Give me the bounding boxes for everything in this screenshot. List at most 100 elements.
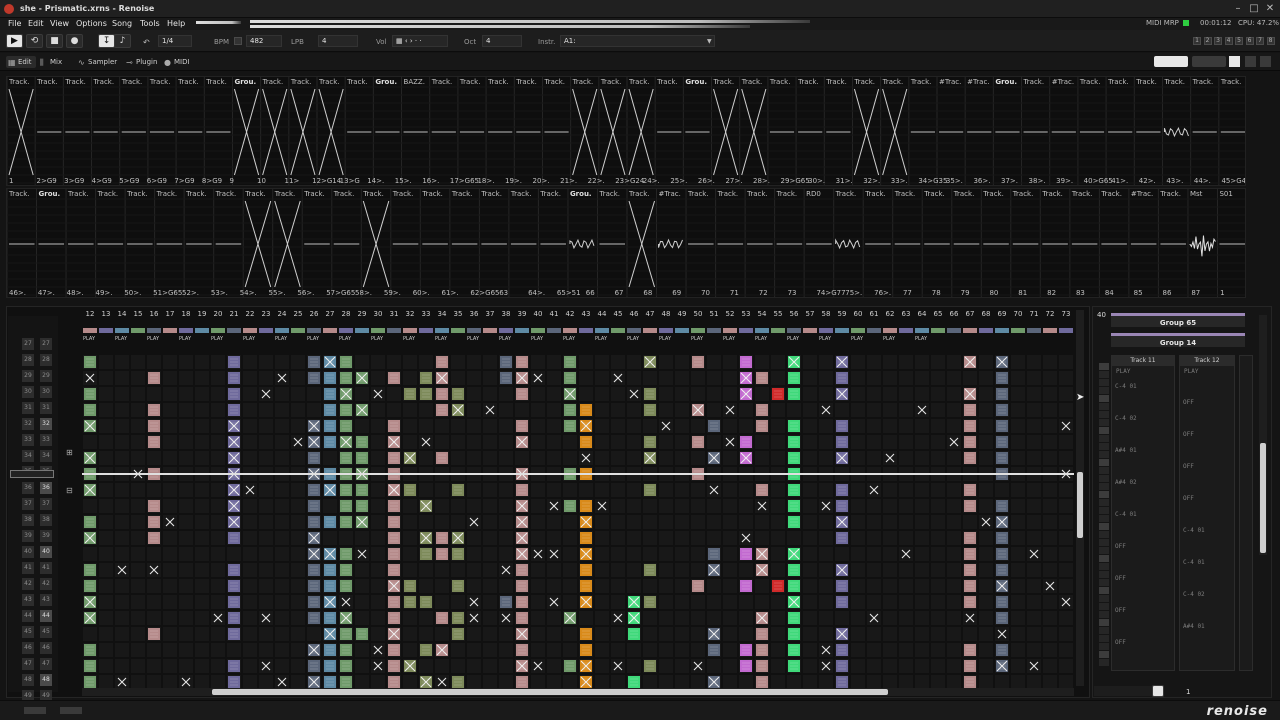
scope-track-header[interactable]: Track. — [9, 190, 30, 198]
column-play-strip[interactable] — [755, 328, 769, 333]
scope-track-header[interactable]: Track. — [718, 190, 739, 198]
column-number[interactable]: 49 — [675, 310, 689, 318]
column-number[interactable]: 42 — [563, 310, 577, 318]
column-number[interactable]: 44 — [595, 310, 609, 318]
layout-button-2[interactable] — [1245, 56, 1256, 67]
column-play-strip[interactable] — [83, 328, 97, 333]
scope-track-header[interactable]: Track. — [393, 190, 414, 198]
record-button[interactable]: ● — [66, 34, 83, 48]
bpm-field[interactable]: 482 — [246, 35, 282, 47]
scope-track-header[interactable]: #Trac. — [659, 190, 681, 198]
column-play-strip[interactable] — [931, 328, 945, 333]
column-play-strip[interactable] — [259, 328, 273, 333]
column-play-strip[interactable] — [419, 328, 433, 333]
scope-track-header[interactable]: Track. — [157, 190, 178, 198]
scope-track-header[interactable]: Grou. — [39, 190, 61, 198]
column-number[interactable]: 28 — [339, 310, 353, 318]
column-play-strip[interactable] — [979, 328, 993, 333]
scope-track-header[interactable]: Track. — [1108, 78, 1129, 86]
row-number[interactable]: 45 — [22, 626, 34, 638]
column-play-strip[interactable] — [307, 328, 321, 333]
scope-track-header[interactable]: Track. — [304, 190, 325, 198]
bpm-toggle[interactable] — [234, 37, 242, 45]
add-row-icon[interactable]: ⊞ — [66, 448, 73, 457]
layout-button-3[interactable] — [1260, 56, 1271, 67]
row-number[interactable]: 33 — [40, 434, 52, 446]
scope-track-header[interactable]: Track. — [1160, 190, 1181, 198]
column-play-strip[interactable] — [707, 328, 721, 333]
column-play-strip[interactable] — [659, 328, 673, 333]
menu-help[interactable]: Help — [167, 19, 185, 28]
pattern-note[interactable]: C-4 01 — [1183, 559, 1205, 566]
scope-track-header[interactable]: Track. — [1164, 78, 1185, 86]
column-number[interactable]: 31 — [387, 310, 401, 318]
column-number[interactable]: 17 — [163, 310, 177, 318]
tab-midi[interactable]: ● MIDI — [162, 56, 194, 68]
minimize-button[interactable]: – — [1232, 3, 1244, 15]
scope-track-header[interactable]: Track. — [629, 78, 650, 86]
column-number[interactable]: 53 — [739, 310, 753, 318]
scope-track-header[interactable]: Track. — [275, 190, 296, 198]
column-play-strip[interactable] — [915, 328, 929, 333]
column-play-strip[interactable] — [803, 328, 817, 333]
column-number[interactable]: 30 — [371, 310, 385, 318]
column-play-strip[interactable] — [499, 328, 513, 333]
column-play-strip[interactable] — [1059, 328, 1073, 333]
column-number[interactable]: 45 — [611, 310, 625, 318]
horizontal-scroll-thumb[interactable] — [212, 689, 888, 695]
instrument-select[interactable]: A1: — [560, 35, 715, 47]
column-play-strip[interactable] — [115, 328, 129, 333]
tab-edit[interactable]: ▦ Edit — [6, 56, 36, 68]
column-number[interactable]: 16 — [147, 310, 161, 318]
scope-track-header[interactable]: Track. — [983, 190, 1004, 198]
menu-options[interactable]: Options — [76, 19, 107, 28]
scope-track-header[interactable]: Track. — [334, 190, 355, 198]
row-number[interactable]: 28 — [22, 354, 34, 366]
column-play-strip[interactable] — [227, 328, 241, 333]
column-number[interactable]: 65 — [931, 310, 945, 318]
scope-track-header[interactable]: #Trac. — [1052, 78, 1074, 86]
scope-track-header[interactable]: Track. — [599, 190, 620, 198]
column-play-strip[interactable] — [851, 328, 865, 333]
column-play-strip[interactable] — [963, 328, 977, 333]
column-play-strip[interactable] — [883, 328, 897, 333]
editor-scroll-thumb[interactable] — [1260, 443, 1266, 553]
group-header-14[interactable]: Group 14 — [1111, 333, 1245, 347]
close-button[interactable]: ✕ — [1264, 3, 1276, 15]
column-number[interactable]: 66 — [947, 310, 961, 318]
scope-track-header[interactable]: #Trac. — [967, 78, 989, 86]
lpb-field[interactable]: 4 — [318, 35, 358, 47]
pattern-note[interactable]: OFF — [1183, 399, 1194, 406]
scope-track-header[interactable]: Grou. — [375, 78, 397, 86]
layout-button-1[interactable] — [1229, 56, 1240, 67]
row-number[interactable]: 41 — [40, 562, 52, 574]
scope-track-header[interactable]: Track. — [747, 190, 768, 198]
row-number[interactable]: 40 — [40, 546, 52, 558]
column-play-strip[interactable] — [531, 328, 545, 333]
row-number[interactable]: 44 — [22, 610, 34, 622]
row-number[interactable]: 36 — [22, 482, 34, 494]
undo-icon[interactable]: ↶ — [143, 38, 150, 47]
column-number[interactable]: 14 — [115, 310, 129, 318]
column-number[interactable]: 71 — [1027, 310, 1041, 318]
row-number[interactable]: 31 — [22, 402, 34, 414]
column-play-strip[interactable] — [819, 328, 833, 333]
column-play-strip[interactable] — [211, 328, 225, 333]
octave-field[interactable]: 4 — [482, 35, 522, 47]
column-number[interactable]: 72 — [1043, 310, 1057, 318]
group-header-65[interactable]: Group 65 — [1111, 313, 1245, 327]
scope-track-header[interactable]: Track. — [216, 190, 237, 198]
row-number[interactable]: 34 — [22, 450, 34, 462]
volume-field[interactable]: ▦ ‹ › · · — [392, 35, 448, 47]
row-number[interactable]: 33 — [22, 434, 34, 446]
column-play-strip[interactable] — [243, 328, 257, 333]
slot-button-8[interactable]: 8 — [1267, 37, 1275, 45]
scope-track-header[interactable]: Track. — [1013, 190, 1034, 198]
column-number[interactable]: 57 — [803, 310, 817, 318]
follow-button[interactable]: ↧ — [98, 34, 115, 48]
column-number[interactable]: 38 — [499, 310, 513, 318]
track-column-partial[interactable] — [1239, 355, 1253, 671]
pattern-note[interactable]: OFF — [1115, 543, 1126, 550]
row-number[interactable]: 48 — [40, 674, 52, 686]
scope-track-header[interactable]: Track. — [742, 78, 763, 86]
